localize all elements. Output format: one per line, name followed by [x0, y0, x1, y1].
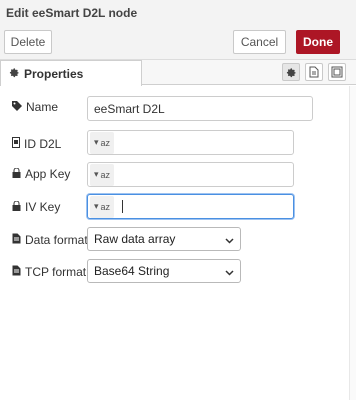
appearance-tab-icon[interactable] — [328, 63, 346, 81]
id-d2l-label: ID D2L — [24, 137, 62, 151]
lock-icon — [12, 200, 21, 214]
id-d2l-input[interactable]: ▾ az — [87, 130, 294, 155]
data-format-value: Raw data array — [94, 232, 176, 246]
tcp-format-label: TCP format — [25, 265, 87, 279]
name-row-label: Name — [12, 100, 58, 114]
file-icon — [12, 137, 20, 151]
type-glyph: az — [100, 137, 111, 148]
done-button[interactable]: Done — [296, 30, 340, 54]
data-format-label: Data format — [25, 233, 88, 247]
tray-title: Edit eeSmart D2L node — [6, 6, 138, 20]
caret-down-icon: ▾ — [93, 169, 99, 179]
iv-key-input[interactable]: ▾ az — [87, 194, 294, 219]
scrollbar[interactable] — [349, 86, 356, 400]
lock-icon — [12, 167, 21, 181]
iv-key-label: IV Key — [25, 200, 61, 214]
tab-properties-label: Properties — [24, 66, 84, 81]
tcp-format-select[interactable]: Base64 String — [87, 259, 241, 283]
tag-icon — [12, 100, 22, 114]
id-d2l-row-label: ID D2L — [12, 137, 61, 151]
gear-icon — [9, 67, 20, 81]
tcp-format-value: Base64 String — [94, 264, 170, 278]
document-icon — [12, 233, 21, 247]
app-key-input[interactable]: ▾ az — [87, 162, 294, 187]
caret-down-icon: ▾ — [93, 201, 99, 211]
text-cursor — [122, 200, 123, 213]
chevron-down-icon — [225, 234, 234, 248]
iv-key-row-label: IV Key — [12, 200, 60, 214]
type-glyph: az — [100, 169, 111, 180]
chevron-down-icon — [225, 266, 234, 280]
app-key-row-label: App Key — [12, 167, 70, 181]
document-icon — [12, 265, 21, 279]
name-input-value: eeSmart D2L — [94, 101, 165, 116]
tcp-format-row-label: TCP format — [12, 265, 86, 279]
app-key-label: App Key — [25, 167, 71, 181]
type-glyph: az — [100, 201, 111, 212]
type-selector-button[interactable]: ▾ az — [90, 163, 114, 186]
delete-button[interactable]: Delete — [4, 30, 52, 54]
cancel-button[interactable]: Cancel — [233, 30, 286, 54]
type-selector-button[interactable]: ▾ az — [90, 131, 114, 154]
name-label: Name — [26, 100, 59, 114]
description-tab-icon[interactable] — [305, 63, 323, 81]
data-format-row-label: Data format — [12, 233, 88, 247]
tab-properties[interactable]: Properties — [0, 60, 142, 86]
settings-tab-icon[interactable] — [282, 63, 300, 81]
name-input[interactable]: eeSmart D2L — [87, 96, 313, 121]
type-selector-button[interactable]: ▾ az — [90, 195, 114, 218]
data-format-select[interactable]: Raw data array — [87, 227, 241, 251]
caret-down-icon: ▾ — [93, 137, 99, 147]
